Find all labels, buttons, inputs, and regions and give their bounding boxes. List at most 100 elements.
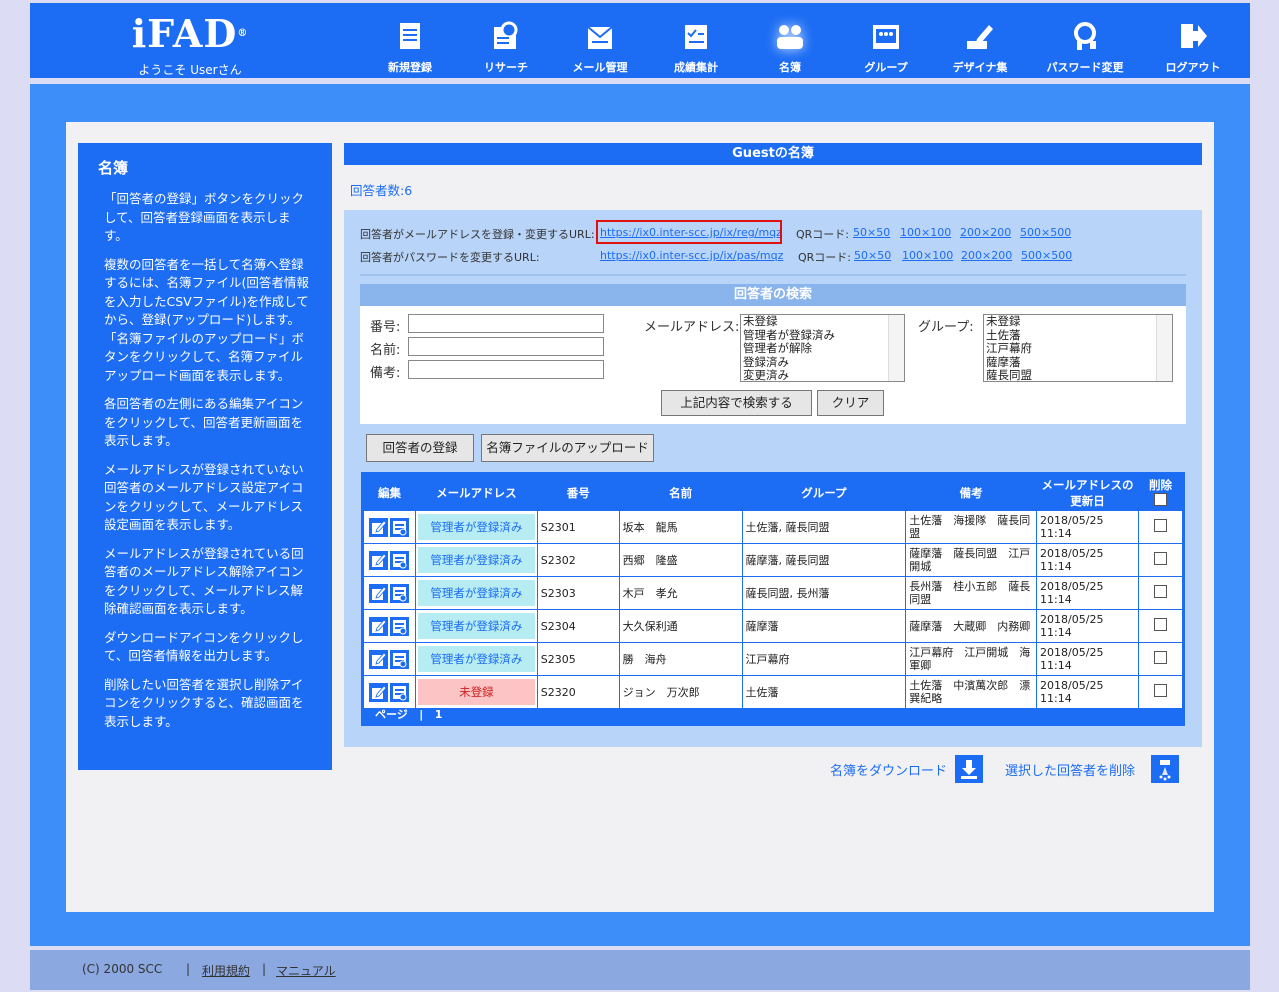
nav-logout[interactable]: ログアウト xyxy=(1143,19,1243,75)
name-input[interactable] xyxy=(408,337,604,356)
users-icon xyxy=(773,19,807,53)
select-all-checkbox[interactable] xyxy=(1153,492,1167,506)
mail-unset-icon[interactable] xyxy=(390,649,410,669)
delete-checkbox[interactable] xyxy=(1153,618,1167,631)
note-cell: 薩摩藩 薩長同盟 江戸開城 xyxy=(905,543,1038,577)
mail-status-badge: 管理者が登録済み xyxy=(417,646,535,672)
mail-set-icon[interactable] xyxy=(390,682,410,702)
clear-button[interactable]: クリア xyxy=(817,390,884,416)
delete-checkbox[interactable] xyxy=(1153,585,1167,598)
table-row: 管理者が登録済み S2303 木戸 孝允 薩長同盟, 長州藩 長州藩 桂小五郎 薩長同盟… xyxy=(363,576,1184,610)
list-option[interactable]: 薩摩藩 xyxy=(986,355,1172,370)
nav-group[interactable]: グループ xyxy=(836,19,936,75)
table-row: 管理者が登録済み S2304 大久保利通 薩摩藩 薩摩藩 大蔵卿 内務卿 2018/05/… xyxy=(363,609,1184,643)
list-option[interactable]: 登録済み xyxy=(743,355,904,370)
list-option[interactable]: 土佐藩 xyxy=(986,328,1172,343)
header-bar: iFAD® ようこそ Userさん 新規登録 リサーチ メール管理 成績集計 名簿 グルー… xyxy=(30,3,1250,81)
upload-file-button[interactable]: 名簿ファイルのアップロード xyxy=(481,434,654,462)
list-option[interactable]: 変更済み xyxy=(743,368,904,381)
mail-status-badge: 管理者が登録済み xyxy=(417,514,535,540)
qr-500-link[interactable]: 500×500 xyxy=(1020,226,1071,239)
qr-100-link[interactable]: 100×100 xyxy=(900,226,951,239)
mail-status-badge: 管理者が登録済み xyxy=(417,547,535,573)
list-option[interactable]: 薩長同盟 xyxy=(986,368,1172,381)
qr2-200-link[interactable]: 200×200 xyxy=(961,249,1012,262)
register-respondent-button[interactable]: 回答者の登録 xyxy=(366,434,474,462)
column-header: グループ xyxy=(741,474,907,511)
date-cell: 2018/05/25 11:14 xyxy=(1036,675,1139,709)
edit-icon[interactable] xyxy=(369,649,389,669)
list-option[interactable]: 未登録 xyxy=(743,315,904,329)
pen-icon xyxy=(963,19,997,53)
mail-unset-icon[interactable] xyxy=(390,583,410,603)
password-url-row: 回答者がパスワードを変更するURL: https://ix0.inter-scc… xyxy=(360,249,1073,264)
list-option[interactable]: 管理者が登録済み xyxy=(743,328,904,343)
group-cell: 薩摩藩 xyxy=(741,609,907,643)
manual-link[interactable]: マニュアル xyxy=(276,964,336,978)
nav-label: パスワード変更 xyxy=(1046,61,1124,74)
help-paragraph: 複数の回答者を一括して名簿へ登録するには、名簿ファイル(回答者情報を入力したCS… xyxy=(104,256,309,383)
column-header: メールアドレス xyxy=(414,474,538,511)
search-button[interactable]: 上記内容で検索する xyxy=(661,390,812,416)
number-cell: S2305 xyxy=(536,642,620,676)
mail-icon xyxy=(583,19,617,53)
list-option[interactable]: 江戸幕府 xyxy=(986,341,1172,356)
edit-icon[interactable] xyxy=(369,517,389,537)
nav-document[interactable]: 新規登録 xyxy=(360,19,460,75)
mail-unset-icon[interactable] xyxy=(390,616,410,636)
group-cell: 土佐藩 xyxy=(741,675,907,709)
note-input[interactable] xyxy=(408,360,604,379)
help-sidebar: 名簿 「回答者の登録」ボタンをクリックして、回答者登録画面を表示します。 複数の回… xyxy=(78,143,332,770)
url-highlight-box xyxy=(596,220,782,244)
name-cell: 西郷 隆盛 xyxy=(618,543,743,577)
edit-icon[interactable] xyxy=(369,616,389,636)
mail-unset-icon[interactable] xyxy=(390,517,410,537)
delete-checkbox[interactable] xyxy=(1153,552,1167,565)
column-header: メールアドレスの更新日 xyxy=(1036,474,1139,511)
edit-icon[interactable] xyxy=(369,583,389,603)
list-option[interactable]: 管理者が解除 xyxy=(743,341,904,356)
number-cell: S2304 xyxy=(536,609,620,643)
number-input[interactable] xyxy=(408,314,604,333)
nav-research[interactable]: リサーチ xyxy=(456,19,556,75)
sidebar-title: 名簿 xyxy=(98,159,129,177)
page-title: Guestの名簿 xyxy=(344,143,1202,165)
mail-unset-icon[interactable] xyxy=(390,550,410,570)
qr2-50-link[interactable]: 50×50 xyxy=(854,249,891,262)
logout-icon xyxy=(1176,19,1210,53)
group-cell: 土佐藩, 薩長同盟 xyxy=(741,510,907,544)
download-icon[interactable] xyxy=(955,755,983,783)
list-option[interactable]: 未登録 xyxy=(986,315,1172,329)
group-list[interactable]: 未登録 土佐藩 江戸幕府 薩摩藩 薩長同盟 xyxy=(983,314,1173,382)
date-cell: 2018/05/25 11:14 xyxy=(1036,609,1139,643)
delete-checkbox[interactable] xyxy=(1153,651,1167,664)
date-cell: 2018/05/25 11:14 xyxy=(1036,543,1139,577)
note-cell: 土佐藩 中濱萬次郎 漂巽紀略 xyxy=(905,675,1038,709)
number-cell: S2301 xyxy=(536,510,620,544)
download-link[interactable]: 名簿をダウンロード xyxy=(830,760,947,779)
terms-link[interactable]: 利用規約 xyxy=(202,964,250,978)
nav-checklist[interactable]: 成績集計 xyxy=(646,19,746,75)
delete-checkbox[interactable] xyxy=(1153,519,1167,532)
mail-status-list[interactable]: 未登録 管理者が登録済み 管理者が解除 登録済み 変更済み xyxy=(740,314,905,382)
group-cell: 江戸幕府 xyxy=(741,642,907,676)
nav-mail[interactable]: メール管理 xyxy=(550,19,650,75)
delete-icon[interactable] xyxy=(1151,755,1179,783)
name-cell: 勝 海舟 xyxy=(618,642,743,676)
password-url-link[interactable]: https://ix0.inter-scc.jp/ix/pas/mqz xyxy=(600,249,783,262)
qr-200-link[interactable]: 200×200 xyxy=(960,226,1011,239)
edit-icon[interactable] xyxy=(369,550,389,570)
nav-users[interactable]: 名簿 xyxy=(740,19,840,75)
nav-pen[interactable]: デザイナ集 xyxy=(930,19,1030,75)
delete-selected-link[interactable]: 選択した回答者を削除 xyxy=(1005,760,1135,779)
qr2-500-link[interactable]: 500×500 xyxy=(1021,249,1072,262)
page-1-link[interactable]: 1 xyxy=(435,708,443,721)
name-cell: 坂本 龍馬 xyxy=(618,510,743,544)
qr-50-link[interactable]: 50×50 xyxy=(853,226,890,239)
column-header: 備考 xyxy=(905,474,1038,511)
edit-icon[interactable] xyxy=(369,682,389,702)
delete-checkbox[interactable] xyxy=(1153,684,1167,697)
nav-label: メール管理 xyxy=(572,61,628,74)
nav-key[interactable]: パスワード変更 xyxy=(1035,19,1135,75)
qr2-100-link[interactable]: 100×100 xyxy=(902,249,953,262)
